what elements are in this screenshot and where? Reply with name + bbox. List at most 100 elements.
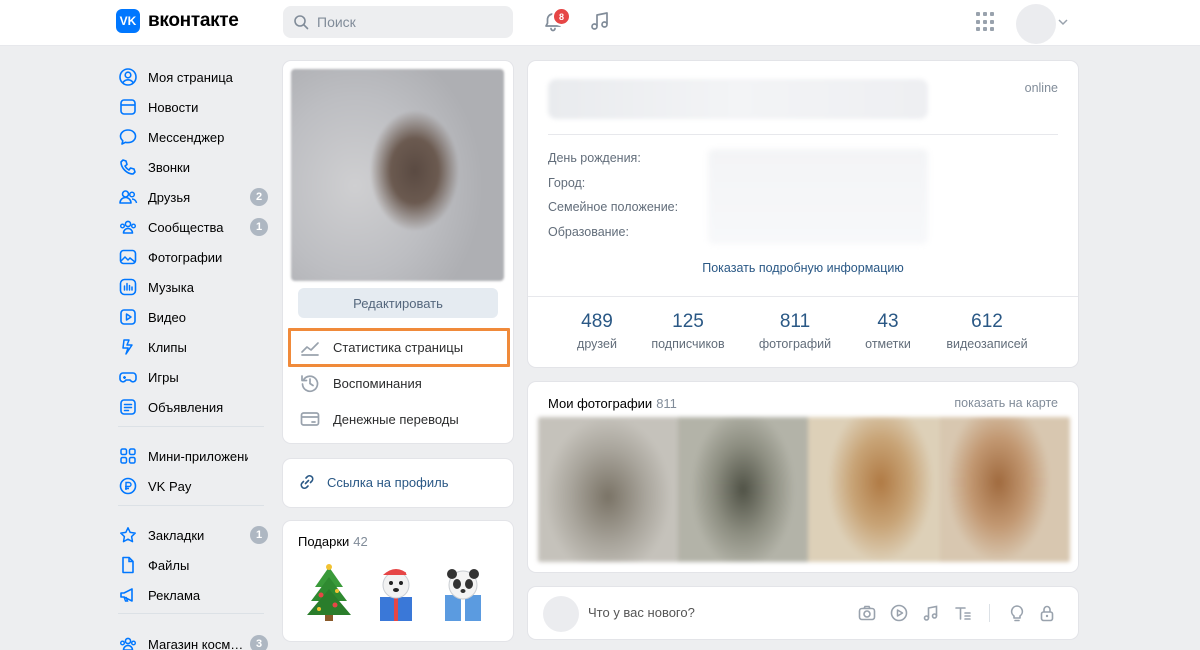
newsfeed-icon [118,97,138,117]
relationship-label: Семейное положение: [548,200,679,215]
photo-strip[interactable] [538,417,1070,562]
sidebar-item-label: Друзья [148,189,191,205]
counter-number: 612 [971,311,1003,332]
menu-item-statistics[interactable]: Статистика страницы [299,331,509,363]
sidebar-item-gamepad[interactable]: Игры [118,362,270,392]
counter-videos[interactable]: 612 видеозаписей [940,311,1034,351]
store-icon [118,634,138,650]
photo-thumbnail[interactable] [678,417,808,562]
show-more-link[interactable]: Показать подробную информацию [528,261,1078,275]
communities-icon [118,217,138,237]
sidebar-item-star[interactable]: Закладки 1 [118,520,270,550]
megaphone-icon [118,585,138,605]
info-labels: День рождения: Город: Семейное положение… [548,151,678,250]
education-label: Образование: [548,225,629,240]
sidebar-item-label: Моя страница [148,69,233,85]
music-icon[interactable] [920,602,942,624]
sidebar-item-label: Звонки [148,159,190,175]
sidebar-item-label: Музыка [148,279,194,295]
gift-panda-box-icon[interactable] [435,561,491,623]
counter-label: фотографий [758,337,832,351]
photos-card: Мои фотографии 811 показать на карте [528,382,1078,572]
search-input[interactable] [317,14,487,30]
friends-icon [118,187,138,207]
video-play-icon[interactable] [888,602,910,624]
menu-item-label: Воспоминания [333,375,422,391]
apps-grid-icon[interactable] [976,12,996,32]
sidebar-item-clips[interactable]: Клипы [118,332,270,362]
sidebar-item-classifieds[interactable]: Объявления [118,392,270,422]
video-icon [118,307,138,327]
counter-friends[interactable]: 489 друзей [572,311,622,351]
menu-item-memories[interactable]: Воспоминания [299,367,509,399]
counter-label: видеозаписей [946,337,1028,351]
text-format-icon[interactable] [952,602,974,624]
lock-icon[interactable] [1036,602,1058,624]
music-icon[interactable] [589,10,611,32]
vk-logo-text: вконтакте [148,10,239,31]
photos-count: 811 [656,396,677,411]
sidebar-item-message[interactable]: Мессенджер [118,122,270,152]
avatar[interactable] [1016,4,1056,44]
counter-tags[interactable]: 43 отметки [858,311,918,351]
new-post-input[interactable] [588,605,788,620]
show-on-map-link[interactable]: показать на карте [954,396,1058,410]
clips-icon [118,337,138,357]
photo-thumbnail[interactable] [538,417,678,562]
gifts-title[interactable]: Подарки 42 [298,534,368,549]
star-icon [118,525,138,545]
sidebar-item-store[interactable]: Магазин косм… 3 [118,629,270,650]
sidebar-item-video[interactable]: Видео [118,302,270,332]
divider [989,604,990,622]
sidebar-item-megaphone[interactable]: Реклама [118,580,270,610]
memories-icon [299,372,321,394]
sidebar-item-music[interactable]: Музыка [118,272,270,302]
search-icon [294,15,309,30]
sidebar-item-friends[interactable]: Друзья 2 [118,182,270,212]
photos-title[interactable]: Мои фотографии 811 [548,396,677,411]
sidebar-item-mini-apps[interactable]: Мини-приложения [118,441,270,471]
camera-icon[interactable] [856,602,878,624]
photo-thumbnail[interactable] [808,417,940,562]
sidebar-item-label: VK Pay [148,478,192,494]
counter-photos[interactable]: 811 фотографий [756,311,834,351]
gifts-count: 42 [353,534,368,549]
sidebar-item-photo[interactable]: Фотографии [118,242,270,272]
edit-profile-button[interactable]: Редактировать [298,288,498,318]
message-icon [118,127,138,147]
profile-link-card[interactable]: Ссылка на профиль [283,459,513,507]
photo-thumbnail[interactable] [940,417,1070,562]
mini-apps-icon [118,446,138,466]
counter-followers[interactable]: 125 подписчиков [646,311,730,351]
sidebar-item-label: Мессенджер [148,129,225,145]
profile-photo[interactable] [291,69,504,281]
online-status: online [1024,81,1058,95]
sidebar-item-file[interactable]: Файлы [118,550,270,580]
user-circle-icon [118,67,138,87]
top-bar: VK вконтакте 8 [0,0,1200,46]
gift-christmas-tree-icon[interactable] [301,561,357,623]
gift-dog-box-icon[interactable] [368,561,424,623]
profile-name [548,79,928,119]
search-box[interactable] [283,6,513,38]
chevron-down-icon[interactable] [1058,18,1068,26]
sidebar-item-label: Закладки [148,527,205,543]
counter-number: 811 [779,311,811,332]
sidebar-item-user-circle[interactable]: Моя страница [118,62,270,92]
sidebar-item-vk-pay[interactable]: VK Pay [118,471,270,501]
vk-logo[interactable]: VK вконтакте [116,9,239,33]
link-icon [300,475,314,489]
statistics-icon [299,336,321,358]
sidebar-item-label: Клипы [148,339,187,355]
menu-item-money-transfers[interactable]: Денежные переводы [299,403,509,435]
sidebar-item-label: Фотографии [148,249,223,265]
sidebar-item-newsfeed[interactable]: Новости [118,92,270,122]
idea-bulb-icon[interactable] [1006,602,1028,624]
sidebar-item-communities[interactable]: Сообщества 1 [118,212,270,242]
menu-item-label: Денежные переводы [333,411,459,427]
sidebar-divider [118,426,264,427]
sidebar-item-phone[interactable]: Звонки [118,152,270,182]
sidebar-item-label: Объявления [148,399,224,415]
counter-number: 489 [581,311,613,332]
avatar[interactable] [543,596,579,632]
